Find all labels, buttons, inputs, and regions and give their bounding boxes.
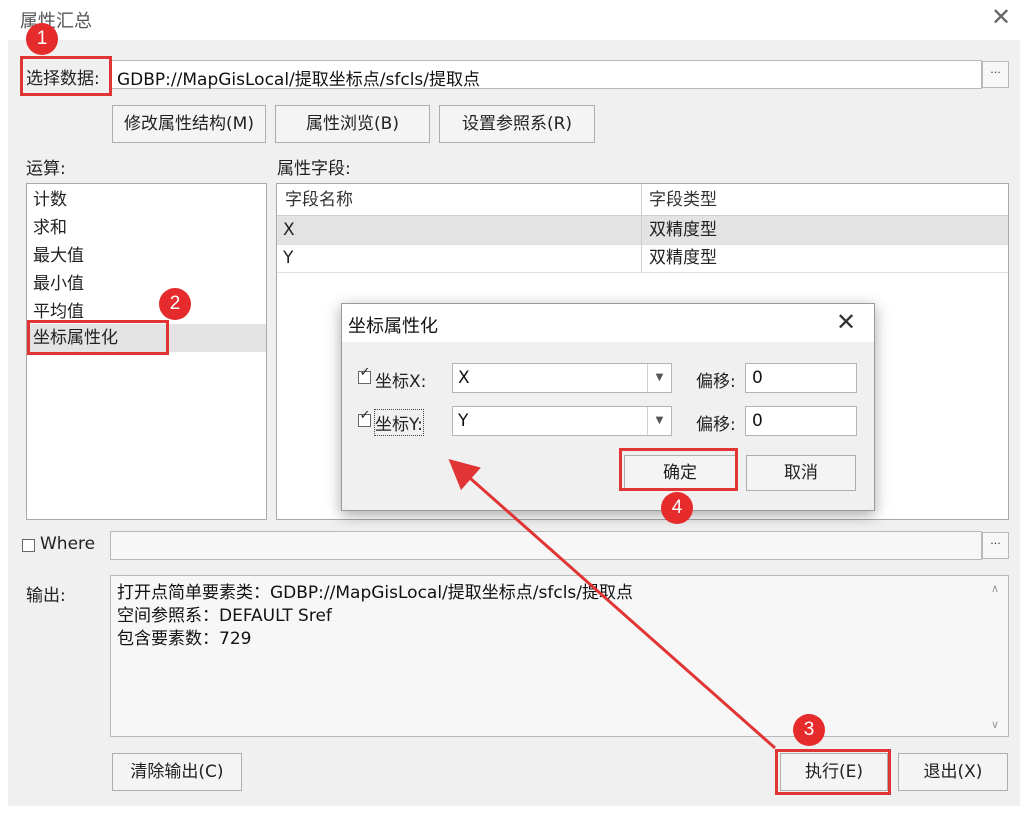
step-badge-3: 3 — [793, 714, 825, 746]
attribute-summary-window: 属性汇总 ✕ 选择数据: GDBP://MapGisLocal/提取坐标点/sf… — [0, 0, 1028, 824]
annotation-arrow — [448, 459, 776, 750]
step-badge-4: 4 — [661, 492, 693, 524]
step-badge-1: 1 — [26, 23, 58, 55]
step-badge-2: 2 — [159, 288, 191, 320]
